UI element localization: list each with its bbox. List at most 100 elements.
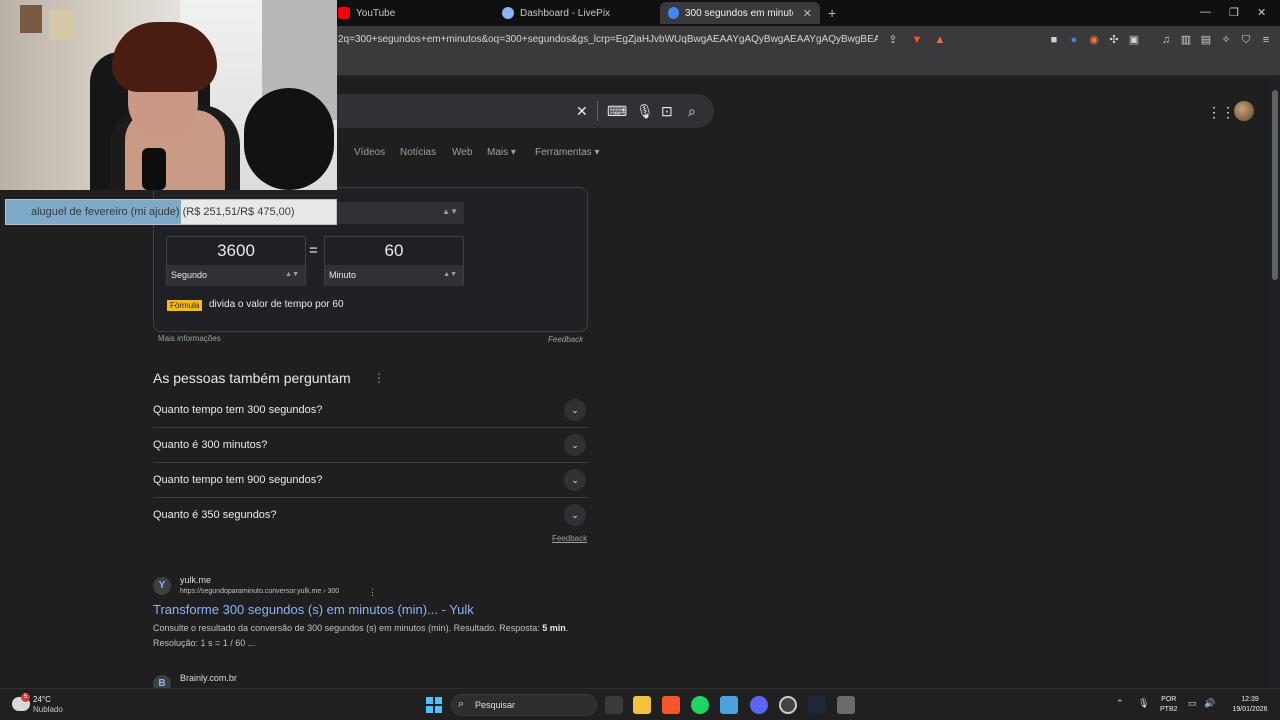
microphone-icon[interactable]: 🎙: [1138, 698, 1149, 709]
microphone-icon[interactable]: 🎙: [636, 103, 654, 120]
result-snippet: Consulte o resultado da conversão de 300…: [153, 621, 593, 651]
result-site-name[interactable]: Brainly.com.br: [180, 673, 237, 683]
output-value[interactable]: 60: [325, 241, 463, 261]
weather-temperature[interactable]: 24°C: [33, 695, 51, 704]
windows-start-icon[interactable]: [426, 697, 442, 713]
paa-question-text: Quanto tempo tem 300 segundos?: [153, 404, 323, 416]
feedback-link[interactable]: Feedback: [552, 534, 587, 543]
volume-icon[interactable]: 🔊: [1204, 698, 1215, 709]
weather-condition[interactable]: Nublado: [33, 705, 63, 714]
obs-icon[interactable]: [779, 696, 797, 714]
scrollbar[interactable]: [1270, 76, 1280, 688]
result-title-link[interactable]: Transforme 300 segundos (s) em minutos (…: [153, 602, 474, 617]
extension-icon[interactable]: ●: [1067, 33, 1081, 47]
url-field[interactable]: 2q=300+segundos+em+minutos&oq=300+segund…: [338, 34, 878, 45]
tab-google-search[interactable]: 300 segundos em minutos - Pes ✕: [660, 2, 820, 24]
tab-tools-label: Ferramentas: [535, 147, 592, 158]
extension-icon[interactable]: ■: [1047, 33, 1061, 47]
more-info-link[interactable]: Mais informações: [158, 334, 221, 343]
extension-icon[interactable]: ▣: [1127, 33, 1141, 47]
calculator-icon[interactable]: [837, 696, 855, 714]
music-icon[interactable]: ♫: [1159, 33, 1173, 47]
more-options-icon[interactable]: ⋮: [368, 587, 377, 598]
new-tab-button[interactable]: +: [828, 5, 836, 21]
chevron-down-icon[interactable]: ⌄: [564, 504, 586, 526]
lens-icon[interactable]: ⊡: [661, 103, 673, 120]
discord-icon[interactable]: [750, 696, 768, 714]
chevron-up-icon[interactable]: ⌃: [1116, 698, 1124, 709]
goal-text: aluguel de fevereiro (mi ajude) (R$ 251,…: [31, 206, 295, 218]
close-tab-icon[interactable]: ✕: [803, 7, 812, 20]
file-explorer-icon[interactable]: [633, 696, 651, 714]
formula-tag: Fórmula: [167, 300, 203, 311]
webcam-overlay: [0, 0, 337, 190]
sidebar-icon[interactable]: ▥: [1179, 33, 1193, 47]
puzzle-icon[interactable]: ✣: [1107, 33, 1121, 47]
globe-icon: [502, 7, 514, 19]
chevron-down-icon[interactable]: ⌄: [564, 399, 586, 421]
keyboard-icon[interactable]: ⌨: [607, 103, 627, 120]
webcam-microphone: [142, 148, 166, 190]
chevron-down-icon[interactable]: ⌄: [564, 469, 586, 491]
google-icon: [668, 7, 679, 19]
spotify-icon[interactable]: [691, 696, 709, 714]
scrollbar-thumb[interactable]: [1272, 90, 1278, 280]
task-view-icon[interactable]: [605, 696, 623, 714]
wallet-icon[interactable]: ▤: [1199, 33, 1213, 47]
input-value[interactable]: 3600: [167, 241, 305, 261]
result-site-name[interactable]: yulk.me: [180, 575, 211, 585]
close-window-icon[interactable]: ✕: [1257, 6, 1266, 19]
paa-question[interactable]: Quanto é 350 segundos? ⌄: [153, 498, 588, 533]
search-icon: ⌕: [458, 698, 465, 710]
output-field-group: 60 Minuto ▲▼: [324, 236, 464, 286]
minimize-icon[interactable]: —: [1200, 6, 1211, 18]
chevron-down-icon[interactable]: ⌄: [564, 434, 586, 456]
tab-youtube[interactable]: YouTube: [330, 2, 403, 24]
paa-question[interactable]: Quanto tempo tem 900 segundos? ⌄: [153, 463, 588, 498]
taskbar-search[interactable]: ⌕ Pesquisar: [451, 694, 597, 716]
language-indicator[interactable]: POR PTB2: [1160, 695, 1178, 715]
more-options-icon[interactable]: ⋮: [373, 371, 385, 385]
notepad-icon[interactable]: [720, 696, 738, 714]
share-icon[interactable]: ⇪: [886, 33, 900, 47]
tab-news[interactable]: Notícias: [400, 147, 436, 158]
result-url[interactable]: https://segundoparaminuto.conversor.yulk…: [180, 588, 339, 595]
chevron-updown-icon: ▲▼: [285, 271, 299, 278]
tab-label: 300 segundos em minutos - Pes: [684, 7, 793, 19]
screen: YouTube Dashboard - LivePix 300 segundos…: [0, 0, 1280, 720]
restore-icon[interactable]: ❐: [1229, 6, 1239, 19]
system-clock[interactable]: 12:39 19/01/2026: [1225, 695, 1275, 715]
formula-text: divida o valor de tempo por 60: [209, 299, 344, 310]
search-box[interactable]: ✕ ⌨ 🎙 ⊡ ⌕: [300, 94, 714, 128]
feedback-link[interactable]: Feedback: [548, 335, 583, 344]
leo-ai-icon[interactable]: ✧: [1219, 33, 1233, 47]
brave-browser-icon[interactable]: [662, 696, 680, 714]
input-unit-select[interactable]: Segundo ▲▼: [167, 265, 305, 286]
tab-more-label: Mais: [487, 147, 509, 158]
webcam-poster: [49, 10, 73, 40]
output-unit-select[interactable]: Minuto ▲▼: [325, 265, 463, 286]
avatar[interactable]: [1234, 101, 1254, 121]
network-icon[interactable]: ▭: [1188, 698, 1197, 709]
paa-question-text: Quanto tempo tem 900 segundos?: [153, 474, 323, 486]
tab-videos[interactable]: Vídeos: [354, 147, 385, 158]
tab-livepix[interactable]: Dashboard - LivePix: [494, 2, 618, 24]
snippet-text: Consulte o resultado da conversão de 300…: [153, 623, 543, 633]
paa-question[interactable]: Quanto tempo tem 300 segundos? ⌄: [153, 393, 588, 428]
webcam-fan: [244, 88, 334, 190]
paa-question[interactable]: Quanto é 300 minutos? ⌄: [153, 428, 588, 463]
search-icon[interactable]: ⌕: [688, 103, 696, 120]
language-code: POR: [1161, 696, 1177, 703]
tab-web[interactable]: Web: [452, 147, 472, 158]
brave-rewards-icon[interactable]: ▲: [933, 33, 947, 47]
input-field-group: 3600 Segundo ▲▼: [166, 236, 306, 286]
tab-more[interactable]: Mais ▾: [487, 147, 516, 158]
steam-icon[interactable]: [808, 696, 826, 714]
menu-icon[interactable]: ≡: [1259, 33, 1273, 47]
brave-shields-icon[interactable]: ▼: [910, 33, 924, 47]
clear-icon[interactable]: ✕: [576, 103, 588, 120]
tab-tools[interactable]: Ferramentas ▾: [535, 147, 600, 158]
vpn-icon[interactable]: ⛉: [1239, 33, 1253, 47]
webcam-person: [112, 22, 217, 92]
extension-icon[interactable]: ◉: [1087, 33, 1101, 47]
